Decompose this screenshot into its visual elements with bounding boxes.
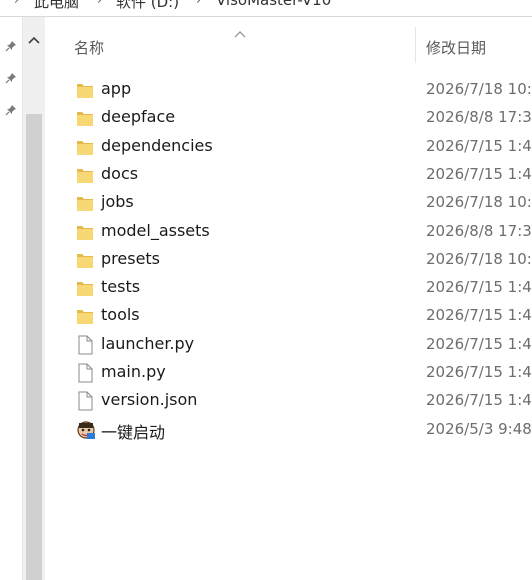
- file-row[interactable]: launcher.py 2026/7/15 1:4: [44, 331, 532, 359]
- column-divider[interactable]: [415, 27, 416, 63]
- breadcrumb-item-folder[interactable]: VisoMaster-V10: [216, 0, 331, 9]
- folder-icon: [76, 193, 94, 213]
- file-modified-date: 2026/7/18 10:: [426, 80, 532, 98]
- file-name: model_assets: [101, 220, 210, 240]
- file-modified-date: 2026/7/15 1:4: [426, 136, 532, 155]
- file-modified-date: 2026/8/8 17:3: [426, 221, 532, 240]
- app-shortcut-icon: [76, 420, 95, 440]
- nav-scrollbar[interactable]: [22, 17, 45, 580]
- file-row[interactable]: presets 2026/7/18 10:: [44, 246, 532, 274]
- breadcrumb-item-drive[interactable]: 软件 (D:): [116, 0, 179, 12]
- folder-icon: [76, 80, 94, 100]
- file-modified-date: 2026/7/15 1:4: [426, 278, 532, 297]
- column-header-modified[interactable]: 修改日期: [426, 37, 486, 58]
- file-row[interactable]: jobs 2026/7/18 10:: [44, 189, 532, 217]
- file-modified-date: 2026/7/15 1:4: [426, 306, 532, 325]
- pin-icon[interactable]: [5, 69, 17, 84]
- file-modified-date: 2026/7/18 10:: [426, 193, 532, 212]
- file-row[interactable]: deepface 2026/8/8 17:3: [44, 104, 532, 132]
- folder-icon: [76, 222, 94, 242]
- file-name: tools: [101, 305, 140, 325]
- file-name: docs: [101, 163, 139, 183]
- file-modified-date: 2026/7/18 10:: [426, 249, 532, 268]
- folder-icon: [76, 278, 94, 298]
- address-bar[interactable]: › 此电脑 › 软件 (D:) › VisoMaster-V10: [0, 0, 532, 17]
- file-name: app: [101, 79, 132, 98]
- file-modified-date: 2026/7/15 1:4: [426, 391, 532, 410]
- file-row[interactable]: tests 2026/7/15 1:4: [44, 274, 532, 302]
- chevron-up-icon[interactable]: [27, 31, 41, 44]
- column-header-name[interactable]: 名称: [74, 37, 104, 58]
- scrollbar-thumb[interactable]: [26, 114, 42, 580]
- breadcrumb-separator: ›: [196, 0, 201, 7]
- file-row[interactable]: version.json 2026/7/15 1:4: [44, 387, 532, 415]
- folder-icon: [76, 306, 94, 326]
- file-row[interactable]: model_assets 2026/8/8 17:3: [44, 218, 532, 246]
- file-icon: [76, 335, 94, 355]
- breadcrumb-separator: ›: [97, 0, 102, 7]
- file-name: dependencies: [101, 135, 213, 155]
- folder-icon: [76, 108, 94, 128]
- folder-icon: [76, 165, 94, 185]
- pin-icon[interactable]: [5, 37, 17, 52]
- file-row[interactable]: 一键启动 2026/5/3 9:48: [44, 416, 532, 444]
- folder-icon: [76, 137, 94, 157]
- file-modified-date: 2026/5/3 9:48: [426, 419, 532, 438]
- file-modified-date: 2026/8/8 17:3: [426, 108, 532, 127]
- file-name: deepface: [101, 107, 176, 127]
- file-list: 名称 修改日期 app 2026/7/18 10: deepface 2026/8/8…: [44, 17, 532, 580]
- breadcrumb-item-this-pc[interactable]: 此电脑: [34, 0, 79, 12]
- file-row[interactable]: dependencies 2026/7/15 1:4: [44, 133, 532, 161]
- navigation-pane: [0, 17, 22, 580]
- folder-icon: [76, 250, 94, 270]
- file-name: version.json: [101, 390, 198, 410]
- file-name: presets: [101, 248, 161, 268]
- file-row[interactable]: tools 2026/7/15 1:4: [44, 302, 532, 330]
- sort-ascending-icon: [234, 23, 246, 38]
- breadcrumb-separator: ›: [14, 0, 19, 7]
- file-modified-date: 2026/7/15 1:4: [426, 164, 532, 183]
- file-name: 一键启动: [101, 422, 166, 442]
- file-row[interactable]: docs 2026/7/15 1:4: [44, 161, 532, 189]
- file-name: tests: [101, 277, 141, 297]
- file-modified-date: 2026/7/15 1:4: [426, 334, 532, 353]
- pin-icon[interactable]: [5, 101, 17, 116]
- file-row[interactable]: main.py 2026/7/15 1:4: [44, 359, 532, 387]
- file-name: launcher.py: [101, 333, 195, 353]
- file-name: jobs: [101, 192, 134, 212]
- file-modified-date: 2026/7/15 1:4: [426, 363, 532, 381]
- file-icon: [76, 391, 94, 411]
- file-icon: [76, 363, 94, 383]
- file-row[interactable]: app 2026/7/18 10:: [44, 76, 532, 104]
- file-name: main.py: [101, 362, 166, 381]
